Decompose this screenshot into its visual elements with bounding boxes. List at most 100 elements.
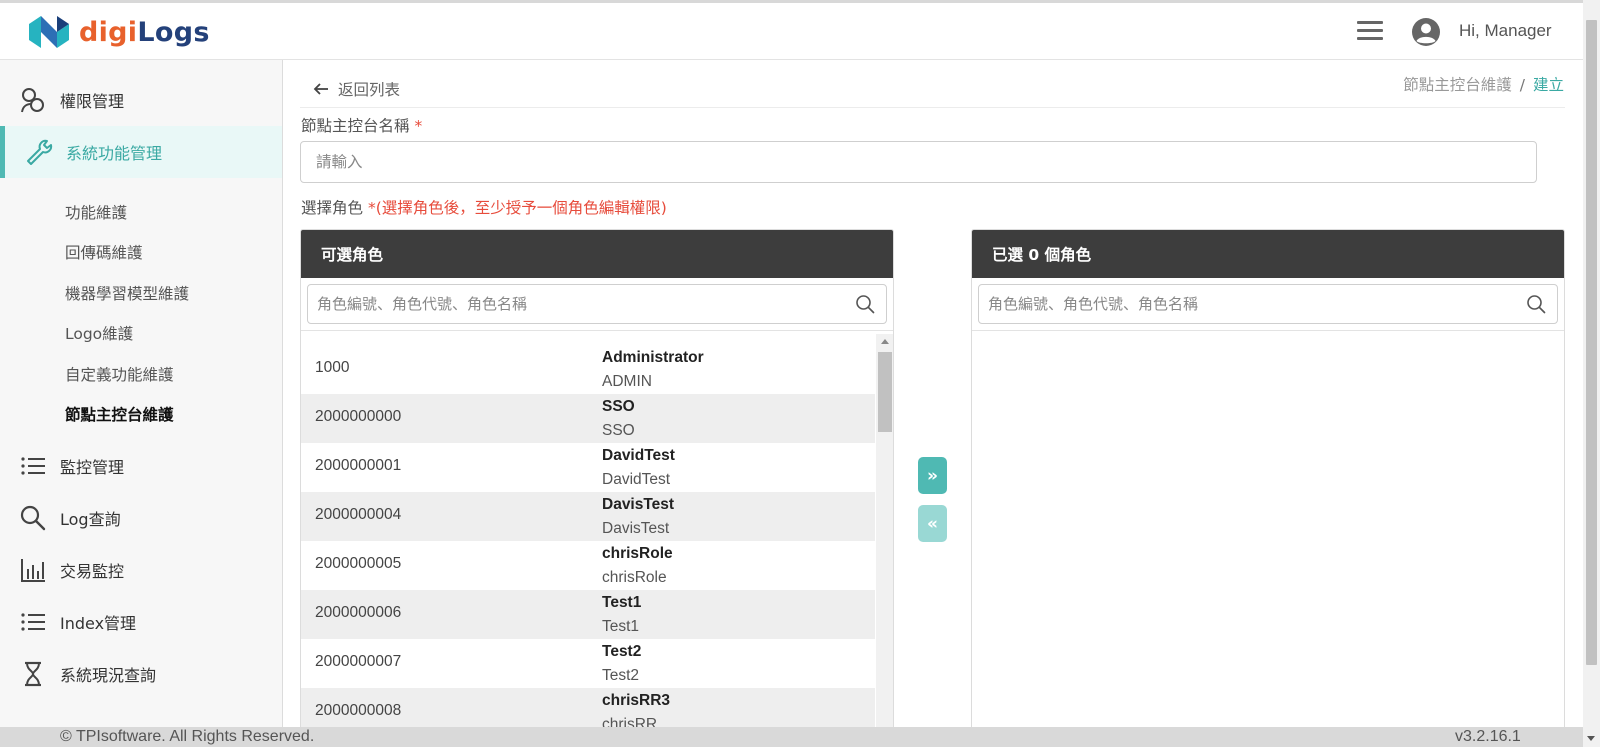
- sidebar-item-transaction-monitoring[interactable]: 交易監控: [0, 544, 282, 596]
- remove-roles-button[interactable]: «: [918, 505, 947, 542]
- sidebar-item-label: 系統功能管理: [66, 144, 163, 163]
- role-code: ADMIN: [602, 373, 652, 390]
- selected-roles-panel: 已選 0 個角色: [971, 229, 1565, 729]
- brand-logo[interactable]: digiLogs: [27, 14, 210, 50]
- selected-roles-search-input[interactable]: [979, 285, 1509, 323]
- role-code: SSO: [602, 422, 635, 439]
- table-row[interactable]: 2000000008 chrisRR3 chrisRR: [301, 688, 875, 728]
- logo-mark-icon: [29, 16, 69, 48]
- sidebar-item-label: 交易監控: [60, 562, 125, 581]
- role-id: 2000000006: [315, 604, 402, 621]
- hamburger-menu-icon[interactable]: [1357, 21, 1383, 43]
- sidebar-item-label: Index管理: [60, 614, 137, 633]
- user-greeting[interactable]: Hi, Manager: [1459, 21, 1552, 41]
- sidebar-subitem-logo-maintenance[interactable]: Logo維護: [65, 322, 133, 344]
- available-roles-list: 1000 Administrator ADMIN 2000000000 SSO …: [301, 334, 875, 728]
- role-id: 2000000008: [315, 702, 402, 719]
- table-row[interactable]: 2000000001 DavidTest DavidTest: [301, 443, 875, 492]
- sidebar-item-label: Log查詢: [60, 510, 121, 529]
- search-icon: [20, 505, 46, 531]
- sidebar-subitem-return-code-maintenance[interactable]: 回傳碼維護: [65, 241, 143, 263]
- sidebar-nav: 權限管理 系統功能管理 功能維護 回傳碼維護 機器學習模型維護 Logo維護 自…: [0, 60, 283, 727]
- arrow-left-icon: [313, 83, 328, 95]
- search-icon[interactable]: [855, 294, 875, 314]
- role-name: chrisRole: [602, 545, 673, 562]
- copyright-text: © TPIsoftware. All Rights Reserved.: [60, 728, 315, 745]
- table-row[interactable]: 2000000000 SSO SSO: [301, 394, 875, 443]
- available-roles-search: [307, 284, 887, 324]
- role-id: 2000000001: [315, 457, 402, 474]
- role-name: Test2: [602, 643, 642, 660]
- page-scrollbar[interactable]: [1583, 0, 1600, 747]
- sidebar-item-monitoring[interactable]: 監控管理: [0, 440, 282, 492]
- list-separator: [972, 330, 1564, 331]
- sidebar-item-system-status[interactable]: 系統現況查詢: [0, 648, 282, 700]
- breadcrumb-parent[interactable]: 節點主控台維護: [1403, 76, 1512, 94]
- list-icon: [21, 613, 45, 631]
- console-name-input[interactable]: [300, 141, 1537, 183]
- version-text: v3.2.16.1: [1455, 728, 1521, 745]
- available-roles-panel: 可選角色 1000 Administrator ADMIN 2000000000…: [300, 229, 894, 729]
- page-scrollbar-thumb[interactable]: [1586, 20, 1597, 665]
- sidebar-item-permission[interactable]: 權限管理: [0, 74, 282, 126]
- user-avatar-icon[interactable]: [1411, 17, 1441, 47]
- role-code: Test1: [602, 618, 640, 635]
- sidebar-item-system-functions[interactable]: 系統功能管理: [0, 126, 282, 178]
- role-code: Test2: [602, 667, 640, 684]
- sidebar-item-log-query[interactable]: Log查詢: [0, 492, 282, 544]
- wrench-icon: [27, 139, 53, 165]
- sidebar-item-label: 監控管理: [60, 458, 125, 477]
- table-row[interactable]: 2000000007 Test2 Test2: [301, 639, 875, 688]
- breadcrumb-current: 建立: [1532, 76, 1564, 94]
- role-name: SSO: [602, 398, 635, 415]
- search-icon[interactable]: [1526, 294, 1546, 314]
- selected-roles-title: 已選 0 個角色: [972, 230, 1564, 278]
- logo-text-logs: Logs: [137, 16, 210, 48]
- breadcrumb-separator: /: [1519, 76, 1525, 94]
- back-to-list-link[interactable]: 返回列表: [312, 78, 400, 100]
- app-header: digiLogs Hi, Manager: [0, 3, 1583, 60]
- sidebar-subitem-ml-model-maintenance[interactable]: 機器學習模型維護: [65, 282, 189, 304]
- role-select-label: 選擇角色 *(選擇角色後，至少授予一個角色編輯權限): [301, 196, 667, 218]
- scroll-down-arrow-icon[interactable]: [1587, 736, 1595, 741]
- sidebar-subitem-function-maintenance[interactable]: 功能維護: [65, 201, 127, 223]
- users-icon: [21, 88, 44, 113]
- role-name: DavisTest: [602, 496, 675, 513]
- bar-chart-icon: [21, 559, 45, 582]
- breadcrumb: 節點主控台維護 / 建立: [1403, 73, 1564, 95]
- role-code: DavidTest: [602, 471, 671, 488]
- scrollbar-thumb[interactable]: [878, 352, 892, 432]
- available-roles-search-input[interactable]: [308, 285, 838, 323]
- sidebar-subitem-custom-function-maintenance[interactable]: 自定義功能維護: [65, 363, 174, 385]
- role-id: 2000000000: [315, 408, 402, 425]
- header-divider: [300, 107, 1565, 108]
- sidebar-item-label: 權限管理: [60, 92, 125, 111]
- role-select-hint: *(選擇角色後，至少授予一個角色編輯權限): [367, 199, 667, 217]
- table-row[interactable]: 2000000005 chrisRole chrisRole: [301, 541, 875, 590]
- logo-text-digi: digi: [79, 16, 138, 48]
- scroll-up-arrow-icon[interactable]: [881, 339, 889, 344]
- role-code: DavisTest: [602, 520, 670, 537]
- hourglass-icon: [25, 661, 41, 687]
- table-row[interactable]: 2000000004 DavisTest DavisTest: [301, 492, 875, 541]
- back-to-list-label: 返回列表: [338, 81, 401, 99]
- sidebar-item-index-management[interactable]: Index管理: [0, 596, 282, 648]
- list-separator: [301, 330, 893, 331]
- role-select-label-text: 選擇角色: [301, 199, 364, 217]
- app-footer: © TPIsoftware. All Rights Reserved. v3.2…: [0, 727, 1583, 747]
- table-row[interactable]: 2000000006 Test1 Test1: [301, 590, 875, 639]
- available-roles-title: 可選角色: [301, 230, 893, 278]
- list-icon: [21, 457, 45, 475]
- role-name: Test1: [602, 594, 642, 611]
- role-id: 2000000005: [315, 555, 402, 572]
- role-name: DavidTest: [602, 447, 675, 464]
- logo-text: digiLogs: [79, 17, 210, 48]
- console-name-label: 節點主控台名稱 *: [301, 114, 422, 136]
- role-list-scrollbar[interactable]: [876, 334, 893, 728]
- sidebar-subitem-node-console-maintenance[interactable]: 節點主控台維護: [65, 403, 174, 425]
- role-name: chrisRR3: [602, 692, 671, 709]
- table-row[interactable]: 1000 Administrator ADMIN: [301, 345, 875, 394]
- add-roles-button[interactable]: »: [918, 457, 947, 494]
- role-code: chrisRole: [602, 569, 667, 586]
- role-id: 2000000007: [315, 653, 402, 670]
